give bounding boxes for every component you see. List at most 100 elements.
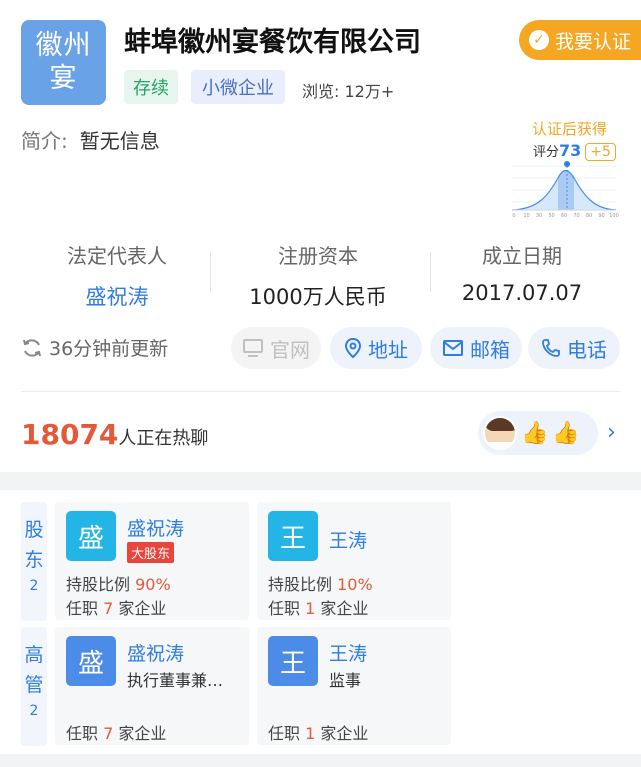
phone-label: 电话 [567, 337, 607, 362]
registered-capital: 注册资本 1000万人民币 [223, 240, 413, 311]
capital-value: 1000万人民币 [249, 285, 387, 309]
section-separator [0, 472, 641, 490]
axis-tick-label: 0 [512, 213, 515, 218]
tab-char: 股 [24, 519, 44, 541]
address-button[interactable]: 地址 [330, 327, 422, 369]
chevron-right-icon[interactable]: › [607, 420, 616, 445]
executive-role: 监事 [329, 671, 362, 690]
address-label: 地址 [368, 337, 408, 362]
axis-tick-label: 50 [548, 213, 554, 218]
share-ratio: 持股比例 90% [66, 571, 171, 595]
mail-icon [443, 340, 463, 356]
major-shareholder-badge: 大股东 [127, 542, 175, 563]
website-label: 官网 [270, 337, 310, 362]
ratio-label: 持股比例 [66, 575, 131, 594]
job-count: 任职 1 家企业 [268, 720, 368, 744]
logo-line-1: 徽州 [35, 30, 92, 61]
avatar: 王 [268, 511, 318, 561]
jobs-suffix: 家企业 [118, 724, 167, 743]
axis-tick-label: 30 [536, 213, 542, 218]
email-label: 邮箱 [470, 337, 510, 362]
person-name[interactable]: 王涛 [329, 526, 367, 553]
intro-value: 暂无信息 [79, 129, 160, 153]
jobs-prefix: 任职 [66, 599, 99, 618]
thumbs-up-icon: 👍 [552, 420, 580, 446]
status-tag[interactable]: 存续 [124, 70, 178, 104]
email-button[interactable]: 邮箱 [430, 327, 522, 369]
phone-button[interactable]: 电话 [528, 327, 620, 369]
legal-rep-label: 法定代表人 [67, 244, 167, 268]
shareholder-card[interactable]: 王 王涛 持股比例 10% 任职 1 家企业 [257, 502, 451, 620]
avatar [483, 416, 517, 450]
location-pin-icon [344, 337, 362, 359]
axis-tick-label: 70 [573, 213, 579, 218]
shareholder-card[interactable]: 盛 盛祝涛 大股东 持股比例 90% 任职 7 家企业 [55, 502, 249, 620]
tab-char: 管 [24, 674, 44, 696]
legal-rep-name[interactable]: 盛祝涛 [22, 281, 212, 311]
legal-representative: 法定代表人 盛祝涛 [22, 240, 212, 311]
company-logo: 徽州 宴 [21, 20, 106, 105]
view-count: 浏览: 12万+ [302, 82, 395, 101]
founded-value: 2017.07.07 [461, 281, 583, 305]
jobs-number: 7 [103, 724, 114, 743]
chat-text: 人正在热聊 [118, 428, 209, 449]
tab-char: 东 [24, 549, 44, 571]
executive-card[interactable]: 王 王涛 监事 任职 1 家企业 [257, 627, 451, 745]
divider [210, 252, 211, 292]
job-count: 任职 7 家企业 [66, 595, 166, 619]
thumbs-up-icon: 👍 [521, 420, 549, 446]
jobs-prefix: 任职 [268, 599, 301, 618]
avatar: 盛 [66, 636, 116, 686]
rating-title: 认证后获得 [532, 120, 608, 138]
jobs-number: 7 [103, 599, 114, 618]
person-name[interactable]: 盛祝涛 [127, 639, 184, 666]
axis-tick-label: 10 [523, 213, 529, 218]
share-ratio: 持股比例 10% [268, 571, 373, 595]
shareholder-count: 2 [29, 578, 39, 594]
ratio-value: 90% [135, 575, 171, 594]
capital-label: 注册资本 [278, 244, 358, 268]
divider [21, 391, 620, 392]
tab-char: 高 [24, 644, 44, 666]
executive-role: 执行董事兼… [127, 671, 224, 690]
jobs-suffix: 家企业 [320, 724, 369, 743]
company-intro: 简介: 暂无信息 [21, 125, 160, 154]
executive-card[interactable]: 盛 盛祝涛 执行董事兼… 任职 7 家企业 [55, 627, 249, 745]
executives-tab[interactable]: 高 管 2 [21, 627, 47, 746]
chat-count[interactable]: 18074人正在热聊 [21, 418, 208, 451]
scale-tag[interactable]: 小微企业 [191, 70, 285, 104]
axis-tick-label: 100 [609, 213, 619, 218]
update-status[interactable]: 36分钟前更新 [21, 334, 168, 361]
avatar: 王 [268, 636, 318, 686]
person-name[interactable]: 盛祝涛 [127, 514, 184, 541]
update-text: 36分钟前更新 [49, 338, 169, 360]
axis-tick-label: 90 [598, 213, 604, 218]
executive-count: 2 [29, 703, 39, 719]
company-name: 蚌埠徽州宴餐饮有限公司 [124, 27, 421, 58]
chat-number: 18074 [21, 418, 119, 451]
certify-label: 我要认证 [555, 30, 632, 53]
check-badge-icon: ✓ [529, 30, 549, 50]
avatar: 盛 [66, 511, 116, 561]
jobs-prefix: 任职 [66, 724, 99, 743]
axis-tick-label: 80 [586, 213, 592, 218]
monitor-icon [243, 339, 263, 357]
shareholders-tab[interactable]: 股 东 2 [21, 502, 47, 621]
chat-entry[interactable]: 👍 👍 [478, 411, 598, 455]
ratio-label: 持股比例 [268, 575, 333, 594]
jobs-prefix: 任职 [268, 724, 301, 743]
job-count: 任职 7 家企业 [66, 720, 166, 744]
intro-label: 简介: [21, 129, 68, 153]
logo-line-2: 宴 [49, 63, 78, 94]
certify-button[interactable]: ✓ 我要认证 [519, 20, 641, 60]
founded-date: 成立日期 2017.07.07 [427, 240, 617, 305]
section-separator [0, 754, 641, 767]
refresh-icon [23, 338, 41, 357]
jobs-suffix: 家企业 [118, 599, 167, 618]
jobs-suffix: 家企业 [320, 599, 369, 618]
person-name[interactable]: 王涛 [329, 639, 367, 666]
job-count: 任职 1 家企业 [268, 595, 368, 619]
axis-tick-label: 60 [561, 213, 567, 218]
rating-distribution-chart: 0 10 30 50 60 70 80 90 100 [511, 161, 619, 218]
website-button[interactable]: 官网 [231, 327, 321, 369]
